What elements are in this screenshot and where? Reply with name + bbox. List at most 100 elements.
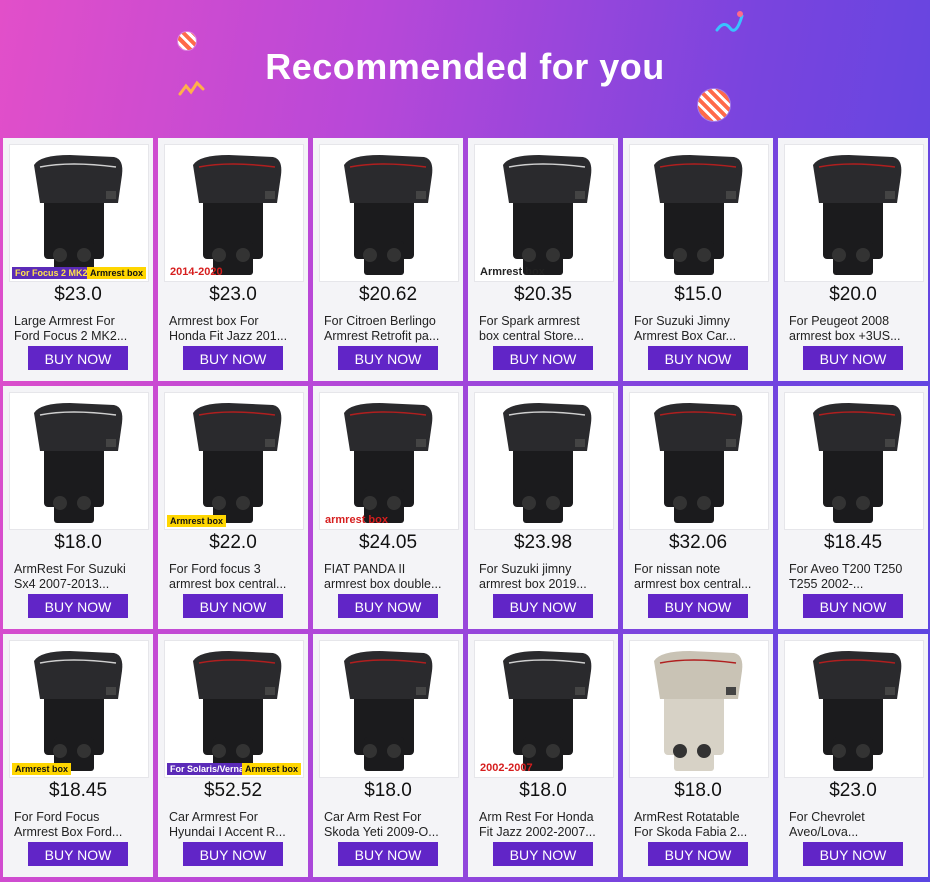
buy-now-button[interactable]: BUY NOW [183,842,283,866]
buy-now-button[interactable]: BUY NOW [28,594,128,618]
product-title[interactable]: FIAT PANDA II armrest box double... [324,562,452,592]
product-card[interactable]: $23.98 For Suzuki jimny armrest box 2019..… [468,386,618,629]
product-title-line: Sx4 2007-2013... [14,577,110,591]
product-title[interactable]: Arm Rest For Honda Fit Jazz 2002-2007... [479,810,607,840]
buy-now-button[interactable]: BUY NOW [183,346,283,370]
product-card[interactable]: $18.0 ArmRest Rotatable For Skoda Fabia 2.… [623,634,773,877]
product-title[interactable]: Car Armrest For Hyundai I Accent R... [169,810,297,840]
product-image[interactable]: armrest box [319,392,459,530]
product-title-line: Fit Jazz 2002-2007... [479,825,596,839]
product-image[interactable] [629,144,769,282]
product-image[interactable]: Armrest box [9,640,149,778]
product-image-tag: Armrest box [241,763,301,775]
product-image-tag: Armrest box [480,266,545,278]
product-image[interactable] [629,392,769,530]
product-card[interactable]: $18.0 Car Arm Rest For Skoda Yeti 2009-O..… [313,634,463,877]
product-image[interactable] [9,392,149,530]
buy-now-button[interactable]: BUY NOW [493,346,593,370]
product-price: $18.0 [674,780,722,801]
buy-now-button[interactable]: BUY NOW [803,346,903,370]
buy-now-button[interactable]: BUY NOW [28,842,128,866]
product-image[interactable] [784,144,924,282]
product-title-line: For Chevrolet [789,810,865,824]
product-title-line: Honda Fit Jazz 201... [169,329,288,343]
product-title-line: Armrest Box Car... [634,329,737,343]
product-image[interactable] [784,392,924,530]
product-card[interactable]: Armrest box $20.35 For Spark armrest box ce… [468,138,618,381]
product-title[interactable]: For Spark armrest box central Store... [479,314,607,344]
product-title[interactable]: For nissan note armrest box central... [634,562,762,592]
product-card[interactable]: For Focus 2 MK2 Armrest box $23.0 Large Arm… [3,138,153,381]
buy-now-button[interactable]: BUY NOW [493,842,593,866]
product-title-line: armrest box central... [634,577,752,591]
product-title[interactable]: Armrest box For Honda Fit Jazz 201... [169,314,297,344]
product-card[interactable]: 2002-2007 $18.0 Arm Rest For Honda Fit Jazz… [468,634,618,877]
product-image[interactable] [629,640,769,778]
product-grid: For Focus 2 MK2 Armrest box $23.0 Large Arm… [3,138,928,877]
product-title[interactable]: ArmRest For Suzuki Sx4 2007-2013... [14,562,142,592]
product-title-line: Armrest box For [169,314,259,328]
buy-now-button[interactable]: BUY NOW [338,594,438,618]
product-price: $18.0 [519,780,567,801]
product-card[interactable]: $23.0 For Chevrolet Aveo/Lova... BUY NOW [778,634,928,877]
buy-now-button[interactable]: BUY NOW [493,594,593,618]
product-price: $52.52 [203,780,263,801]
product-title[interactable]: For Citroen Berlingo Armrest Retrofit pa.… [324,314,452,344]
product-image[interactable] [319,144,459,282]
product-title-line: For Skoda Fabia 2... [634,825,748,839]
product-title[interactable]: For Suzuki Jimny Armrest Box Car... [634,314,762,344]
buy-now-button[interactable]: BUY NOW [338,842,438,866]
product-image-tag: 2002-2007 [480,762,533,774]
product-title[interactable]: For Peugeot 2008 armrest box +3US... [789,314,917,344]
product-image-tag: Armrest box [167,515,227,527]
product-image[interactable]: Armrest box [474,144,614,282]
product-title[interactable]: For Aveo T200 T250 T255 2002-... [789,562,917,592]
product-card[interactable]: For Solaris/Verna/Avega Armrest box $52.52… [158,634,308,877]
product-image-tag: Armrest box [86,267,146,279]
product-title-line: For Ford focus 3 [169,562,261,576]
product-card[interactable]: armrest box $24.05 FIAT PANDA II armrest bo… [313,386,463,629]
product-title-line: For Spark armrest [479,314,580,328]
product-title-line: For Peugeot 2008 [789,314,890,328]
product-image[interactable]: For Focus 2 MK2 Armrest box [9,144,149,282]
product-title[interactable]: Large Armrest For Ford Focus 2 MK2... [14,314,142,344]
buy-now-button[interactable]: BUY NOW [183,594,283,618]
product-card[interactable]: Armrest box $22.0 For Ford focus 3 armrest … [158,386,308,629]
product-title-line: Armrest Box Ford... [14,825,123,839]
product-title-line: For Suzuki Jimny [634,314,730,328]
product-image[interactable] [784,640,924,778]
product-image-tag: armrest box [325,514,388,526]
buy-now-button[interactable]: BUY NOW [803,594,903,618]
product-card[interactable]: Armrest box $18.45 For Ford Focus Armrest B… [3,634,153,877]
buy-now-button[interactable]: BUY NOW [648,842,748,866]
page-title: Recommended for you [265,46,665,87]
product-image[interactable] [319,640,459,778]
product-title[interactable]: For Chevrolet Aveo/Lova... [789,810,917,840]
product-title[interactable]: For Ford focus 3 armrest box central... [169,562,297,592]
product-title[interactable]: ArmRest Rotatable For Skoda Fabia 2... [634,810,762,840]
product-title-line: For Aveo T200 T250 [789,562,903,576]
product-card[interactable]: $15.0 For Suzuki Jimny Armrest Box Car... B… [623,138,773,381]
product-title[interactable]: Car Arm Rest For Skoda Yeti 2009-O... [324,810,452,840]
product-image[interactable]: 2014-2020 [164,144,304,282]
product-card[interactable]: $32.06 For nissan note armrest box central… [623,386,773,629]
buy-now-button[interactable]: BUY NOW [338,346,438,370]
buy-now-button[interactable]: BUY NOW [648,594,748,618]
product-title[interactable]: For Ford Focus Armrest Box Ford... [14,810,142,840]
product-card[interactable]: $20.62 For Citroen Berlingo Armrest Retrof… [313,138,463,381]
buy-now-button[interactable]: BUY NOW [648,346,748,370]
product-title-line: armrest box +3US... [789,329,901,343]
product-card[interactable]: $20.0 For Peugeot 2008 armrest box +3US...… [778,138,928,381]
product-image[interactable] [474,392,614,530]
product-title-line: Hyundai I Accent R... [169,825,286,839]
recommend-header: Recommended for you [0,0,930,136]
buy-now-button[interactable]: BUY NOW [28,346,128,370]
product-card[interactable]: 2014-2020 $23.0 Armrest box For Honda Fit J… [158,138,308,381]
product-card[interactable]: $18.45 For Aveo T200 T250 T255 2002-... BUY… [778,386,928,629]
product-image[interactable]: Armrest box [164,392,304,530]
product-card[interactable]: $18.0 ArmRest For Suzuki Sx4 2007-2013... B… [3,386,153,629]
product-image[interactable]: 2002-2007 [474,640,614,778]
buy-now-button[interactable]: BUY NOW [803,842,903,866]
product-title[interactable]: For Suzuki jimny armrest box 2019... [479,562,607,592]
product-image[interactable]: For Solaris/Verna/Avega Armrest box [164,640,304,778]
